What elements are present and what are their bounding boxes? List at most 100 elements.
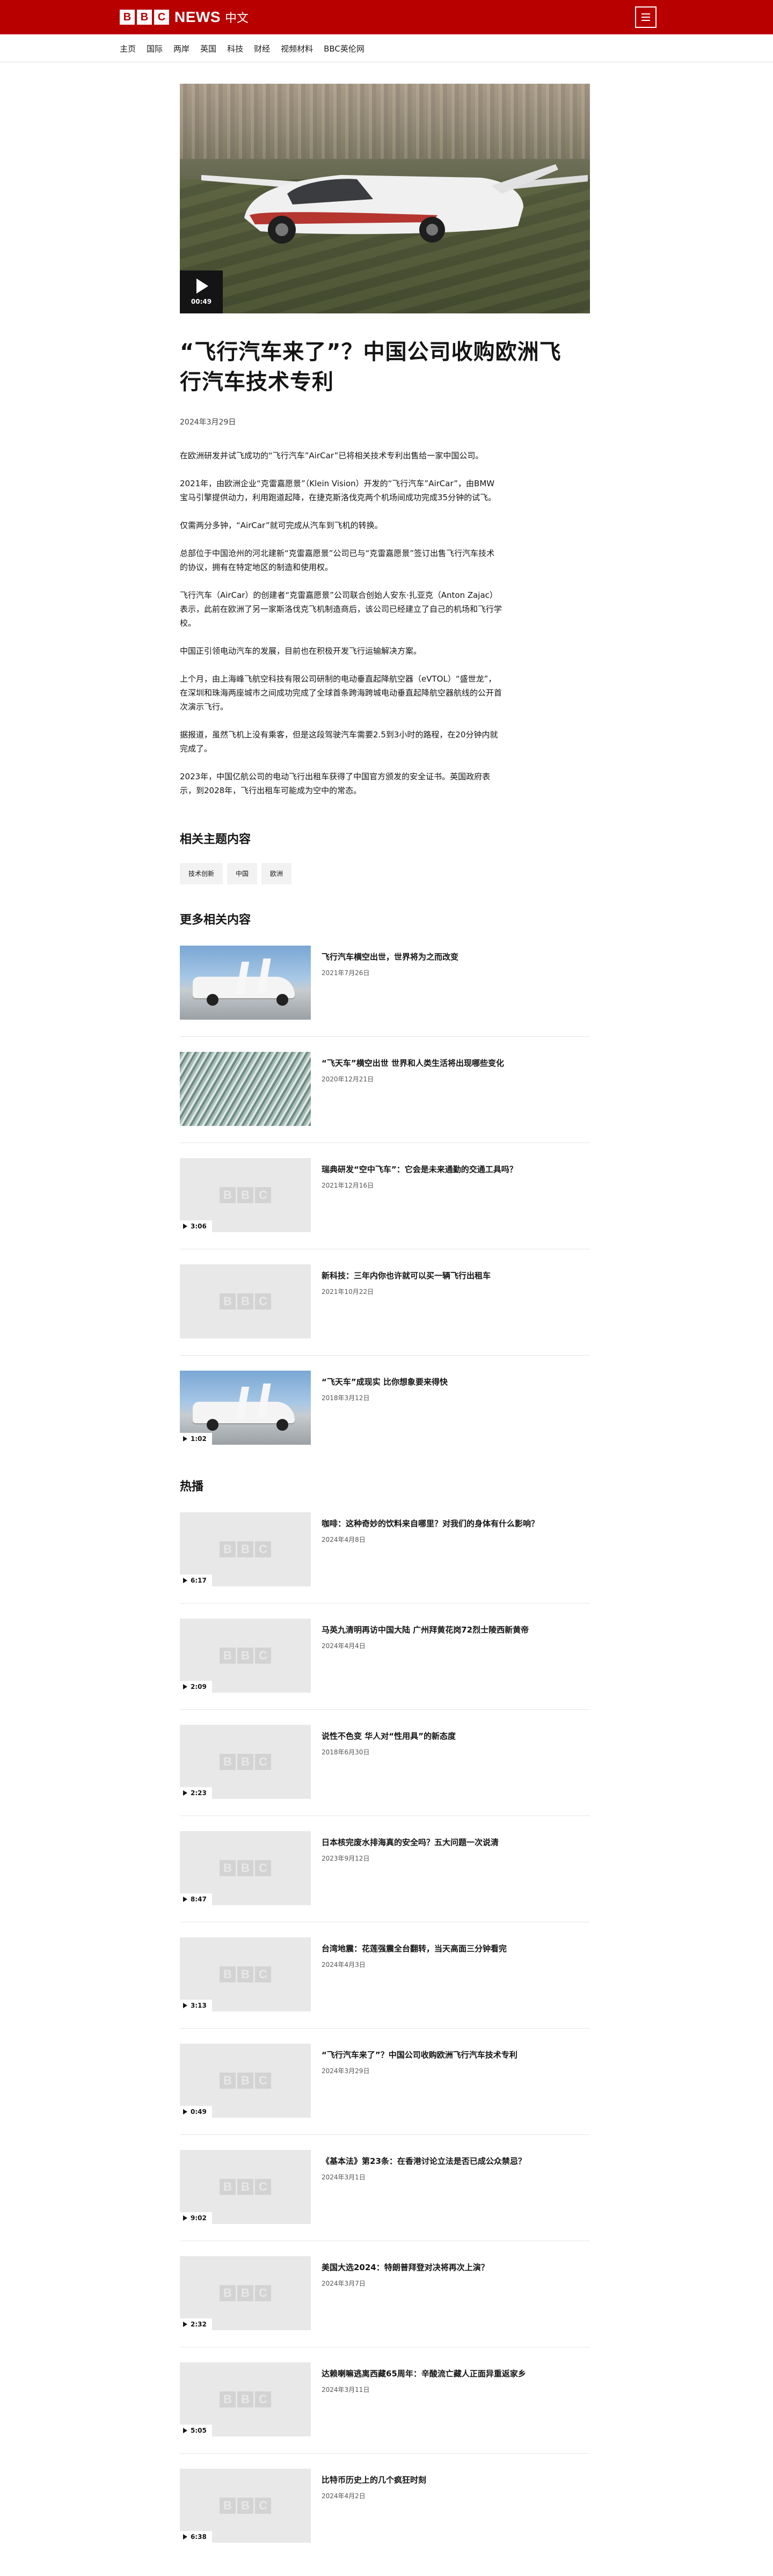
list-item-title[interactable]: “飞天车”成现实 比你想象要来得快 bbox=[322, 1376, 448, 1388]
play-icon bbox=[196, 279, 208, 294]
placeholder-letter: B bbox=[237, 1860, 253, 1876]
list-item[interactable]: “飞天车”横空出世 世界和人类生活将出现哪些变化 2020年12月21日 bbox=[180, 1052, 590, 1143]
video-duration-badge: 6:38 bbox=[180, 2531, 212, 2543]
placeholder-letter: B bbox=[220, 2179, 236, 2195]
play-icon bbox=[183, 2109, 187, 2114]
placeholder-letter: C bbox=[255, 1860, 271, 1876]
article-paragraph: 上个月，由上海峰飞航空科技有限公司研制的电动垂直起降航空器（eVTOL）“盛世龙… bbox=[180, 674, 502, 712]
topic-tag[interactable]: 技术创新 bbox=[180, 863, 223, 884]
related-topics-tags: 技术创新 中国 欧洲 bbox=[180, 863, 590, 884]
video-duration-badge: 3:13 bbox=[180, 2000, 212, 2011]
list-item[interactable]: B B C 6:38 比特币历史上的几个疯狂时刻 2024年4月2日 bbox=[180, 2469, 590, 2560]
topic-tag[interactable]: 中国 bbox=[227, 863, 258, 884]
list-item-text: 比特币历史上的几个疯狂时刻 2024年4月2日 bbox=[311, 2469, 426, 2545]
play-icon bbox=[183, 2322, 187, 2327]
list-item[interactable]: 飞行汽车横空出世，世界将为之而改变 2021年7月26日 bbox=[180, 946, 590, 1037]
list-item[interactable]: B B C 0:49 “飞行汽车来了”？中国公司收购欧洲飞行汽车技术专利 2024年3月2… bbox=[180, 2044, 590, 2135]
article-body: 在欧洲研发并试飞成功的“飞行汽车”AirCar”已将相关技术专利出售给一家中国公… bbox=[180, 449, 502, 797]
list-item-title[interactable]: 咖啡：这种奇妙的饮料来自哪里？对我们的身体有什么影响？ bbox=[322, 1518, 539, 1529]
list-item-title[interactable]: 比特币历史上的几个疯狂时刻 bbox=[322, 2474, 426, 2486]
placeholder-letter: C bbox=[255, 1541, 271, 1557]
nav-item-business[interactable]: 财经 bbox=[254, 43, 270, 54]
list-item-text: “飞天车”成现实 比你想象要来得快 2018年3月12日 bbox=[311, 1371, 448, 1447]
list-item-title[interactable]: “飞行汽车来了”？中国公司收购欧洲飞行汽车技术专利 bbox=[322, 2049, 517, 2061]
thumbnail-placeholder: B B C 6:17 bbox=[180, 1512, 311, 1586]
list-item-title[interactable]: 达赖喇嘛逃离西藏65周年：辛酸流亡藏人正面异重返家乡 bbox=[322, 2368, 526, 2380]
list-item[interactable]: B B C 6:17 咖啡：这种奇妙的饮料来自哪里？对我们的身体有什么影响？ 2024年4… bbox=[180, 1512, 590, 1604]
list-item-text: 说性不色变 华人对“性用具”的新态度 2018年6月30日 bbox=[311, 1725, 456, 1801]
nav-item-video[interactable]: 视频材料 bbox=[281, 43, 313, 54]
list-item[interactable]: B B C 2:23 说性不色变 华人对“性用具”的新态度 2018年6月30日 bbox=[180, 1725, 590, 1816]
bbc-placeholder-logo: BBC bbox=[220, 2179, 271, 2195]
hero-video[interactable]: 00:49 bbox=[180, 84, 590, 313]
article-paragraph: 总部位于中国沧州的河北建新“克雷嘉愿景”公司已与“克雷嘉愿景”签订出售飞行汽车技… bbox=[180, 548, 495, 572]
nav-bar: 主页 国际 两岸 英国 科技 财经 视频材料 BBC英伦网 bbox=[0, 34, 773, 62]
list-item-title[interactable]: 新科技：三年内你也许就可以买一辆飞行出租车 bbox=[322, 1270, 491, 1282]
article-paragraph: 据报道，虽然飞机上没有乘客，但是这段驾驶汽车需要2.5到3小时的路程，在20分钟… bbox=[180, 730, 498, 753]
nav-item-home[interactable]: 主页 bbox=[120, 43, 136, 54]
list-item-title[interactable]: 瑞典研发“空中飞车”：它会是未来通勤的交通工具吗？ bbox=[322, 1163, 517, 1175]
placeholder-letter: B bbox=[220, 2073, 236, 2089]
nav-item-uk[interactable]: 英国 bbox=[200, 43, 216, 54]
placeholder-letter: B bbox=[237, 2179, 253, 2195]
list-item-title[interactable]: “飞天车”横空出世 世界和人类生活将出现哪些变化 bbox=[322, 1057, 504, 1069]
placeholder-letter: B bbox=[237, 1966, 253, 1982]
placeholder-letter: C bbox=[255, 1648, 271, 1664]
menu-button[interactable] bbox=[635, 6, 657, 28]
thumbnail-placeholder: B B C 2:23 bbox=[180, 1725, 311, 1799]
video-duration: 3:13 bbox=[191, 2002, 207, 2009]
brand-news: NEWS bbox=[174, 9, 221, 25]
play-icon bbox=[183, 2215, 187, 2221]
brand-suffix: 中文 bbox=[225, 12, 249, 25]
list-item[interactable]: B B C 3:06 瑞典研发“空中飞车”：它会是未来通勤的交通工具吗？ 2021年12月… bbox=[180, 1158, 590, 1249]
list-item-date: 2020年12月21日 bbox=[322, 1075, 374, 1083]
play-button[interactable]: 00:49 bbox=[180, 270, 223, 313]
list-item[interactable]: B B C 2:32 美国大选2024：特朗普拜登对决将再次上演？ 2024年3月7日 bbox=[180, 2256, 590, 2347]
placeholder-letter: C bbox=[255, 1293, 271, 1309]
list-item-title[interactable]: 台湾地震：花莲强震全台翻转，当天高面三分钟看完 bbox=[322, 1943, 507, 1955]
placeholder-letter: C bbox=[255, 2285, 271, 2301]
list-item-title[interactable]: 日本核完废水排海真的安全吗？五大问题一次说清 bbox=[322, 1836, 499, 1848]
popular-list: B B C 6:17 咖啡：这种奇妙的饮料来自哪里？对我们的身体有什么影响？ 2024年4… bbox=[180, 1512, 590, 2560]
list-item-date: 2024年4月2日 bbox=[322, 2492, 366, 2500]
placeholder-letter: C bbox=[255, 2498, 271, 2514]
video-duration-badge: 0:49 bbox=[180, 2106, 212, 2118]
list-item[interactable]: B B C 新科技：三年内你也许就可以买一辆飞行出租车 2021年10月22日 bbox=[180, 1264, 590, 1356]
placeholder-letter: C bbox=[255, 1966, 271, 1982]
list-item[interactable]: B B C 5:05 达赖喇嘛逃离西藏65周年：辛酸流亡藏人正面异重返家乡 2024年3月… bbox=[180, 2362, 590, 2454]
logo-letter: C bbox=[154, 10, 169, 25]
car-wheel bbox=[276, 994, 288, 1006]
list-item[interactable]: B B C 9:02 《基本法》第23条：在香港讨论立法是否已成公众禁忌？ 2024年3月… bbox=[180, 2150, 590, 2241]
related-topics-title: 相关主题内容 bbox=[180, 833, 251, 846]
article-paragraph: 飞行汽车（AirCar）的创建者“克雷嘉愿景”公司联合创始人安东·扎亚克（Ant… bbox=[180, 590, 502, 628]
list-item-text: 日本核完废水排海真的安全吗？五大问题一次说清 2023年9月12日 bbox=[311, 1831, 499, 1907]
list-item-title[interactable]: 马英九清明再访中国大陆 广州拜黄花岗72烈士陵西新黄帝 bbox=[322, 1624, 529, 1636]
list-item-text: 马英九清明再访中国大陆 广州拜黄花岗72烈士陵西新黄帝 2024年4月4日 bbox=[311, 1619, 529, 1694]
bbc-news-logo[interactable]: B B C NEWS 中文 bbox=[120, 9, 249, 26]
bbc-placeholder-logo: BBC bbox=[220, 1187, 271, 1203]
nav-item-china[interactable]: 两岸 bbox=[173, 43, 189, 54]
list-item[interactable]: B B C 3:13 台湾地震：花莲强震全台翻转，当天高面三分钟看完 2024年4月3日 bbox=[180, 1937, 590, 2029]
list-item-title[interactable]: 说性不色变 华人对“性用具”的新态度 bbox=[322, 1730, 456, 1742]
list-item-title[interactable]: 飞行汽车横空出世，世界将为之而改变 bbox=[322, 951, 458, 963]
list-item-title[interactable]: 美国大选2024：特朗普拜登对决将再次上演？ bbox=[322, 2262, 489, 2273]
list-item[interactable]: B B C 2:09 马英九清明再访中国大陆 广州拜黄花岗72烈士陵西新黄帝 2024年4… bbox=[180, 1619, 590, 1710]
list-item[interactable]: B B C 8:47 日本核完废水排海真的安全吗？五大问题一次说清 2023年9月12日 bbox=[180, 1831, 590, 1922]
top-bar: B B C NEWS 中文 bbox=[0, 0, 773, 34]
video-duration: 2:09 bbox=[191, 1683, 207, 1690]
list-item-title[interactable]: 《基本法》第23条：在香港讨论立法是否已成公众禁忌？ bbox=[322, 2155, 526, 2167]
list-item-date: 2024年3月1日 bbox=[322, 2174, 366, 2181]
placeholder-letter: C bbox=[255, 2391, 271, 2407]
thumbnail-placeholder: B B C 5:05 bbox=[180, 2362, 311, 2436]
more-related-title: 更多相关内容 bbox=[180, 913, 251, 927]
list-item[interactable]: 1:02 “飞天车”成现实 比你想象要来得快 2018年3月12日 bbox=[180, 1371, 590, 1462]
bbc-placeholder-logo: BBC bbox=[220, 1541, 271, 1557]
video-duration-badge: 2:09 bbox=[180, 1681, 212, 1693]
nav-item-world[interactable]: 国际 bbox=[147, 43, 163, 54]
nav-item-bbc-uk[interactable]: BBC英伦网 bbox=[324, 43, 364, 54]
placeholder-letter: B bbox=[220, 1966, 236, 1982]
nav-item-tech[interactable]: 科技 bbox=[227, 43, 243, 54]
placeholder-letter: B bbox=[237, 2285, 253, 2301]
list-item-date: 2024年4月4日 bbox=[322, 1642, 366, 1650]
topic-tag[interactable]: 欧洲 bbox=[261, 863, 292, 884]
